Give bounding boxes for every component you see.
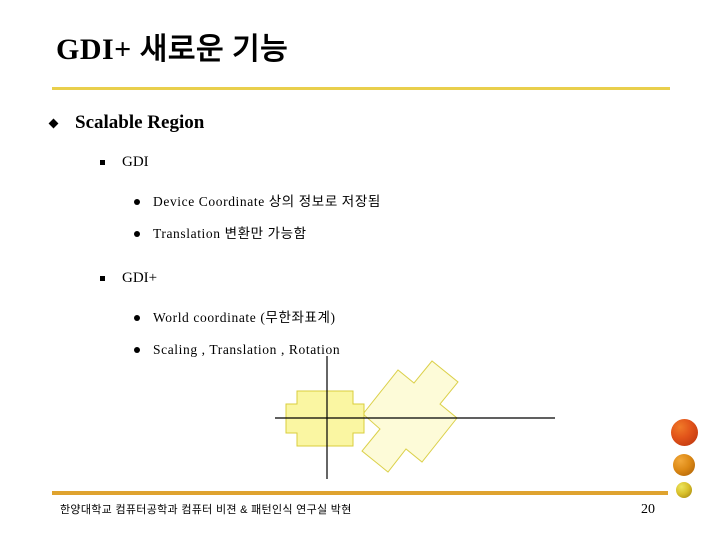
bullet-level3-gdi-item-2: Translation 변환만 가능함 [134,218,660,250]
page-title: GDI+ 새로운 기능 [56,33,289,66]
decorative-sphere-large-icon [671,419,698,446]
presentation-slide: GDI+ 새로운 기능 Scalable Region GDI Device C… [0,0,720,540]
bullet-level2-gdiplus: GDI+ [100,264,660,292]
scalable-region-diagram [258,330,578,490]
round-bullet-icon [134,231,140,237]
decorative-sphere-medium-icon [673,454,695,476]
square-bullet-icon [100,276,105,281]
bullet-level2-label: GDI+ [122,270,158,286]
bullet-level1-label: Scalable Region [75,112,205,133]
bullet-level2-gdi: GDI [100,148,660,176]
bullet-level3-label: Translation 변환만 가능함 [153,226,307,241]
bullet-level2-label: GDI [122,154,149,170]
bullet-level3-gdi-item-1: Device Coordinate 상의 정보로 저장됨 [134,186,660,218]
bullet-level3-label: Device Coordinate 상의 정보로 저장됨 [153,194,381,209]
round-bullet-icon [134,347,140,353]
round-bullet-icon [134,315,140,321]
square-bullet-icon [100,160,105,165]
transformed-region-polygon [361,360,459,473]
decorative-sphere-small-icon [676,482,692,498]
slide-body: Scalable Region GDI Device Coordinate 상의… [0,108,660,366]
bullet-level3-label: World coordinate (무한좌표계) [153,310,336,325]
round-bullet-icon [134,199,140,205]
page-number: 20 [641,502,655,517]
header-divider [52,87,670,90]
bullet-level1-scalable-region: Scalable Region [48,108,660,138]
footer-text: 한양대학교 컴퓨터공학과 컴퓨터 비젼 & 패턴인식 연구실 박현 [60,504,352,516]
footer-divider [52,491,668,495]
diamond-bullet-icon [48,118,59,129]
